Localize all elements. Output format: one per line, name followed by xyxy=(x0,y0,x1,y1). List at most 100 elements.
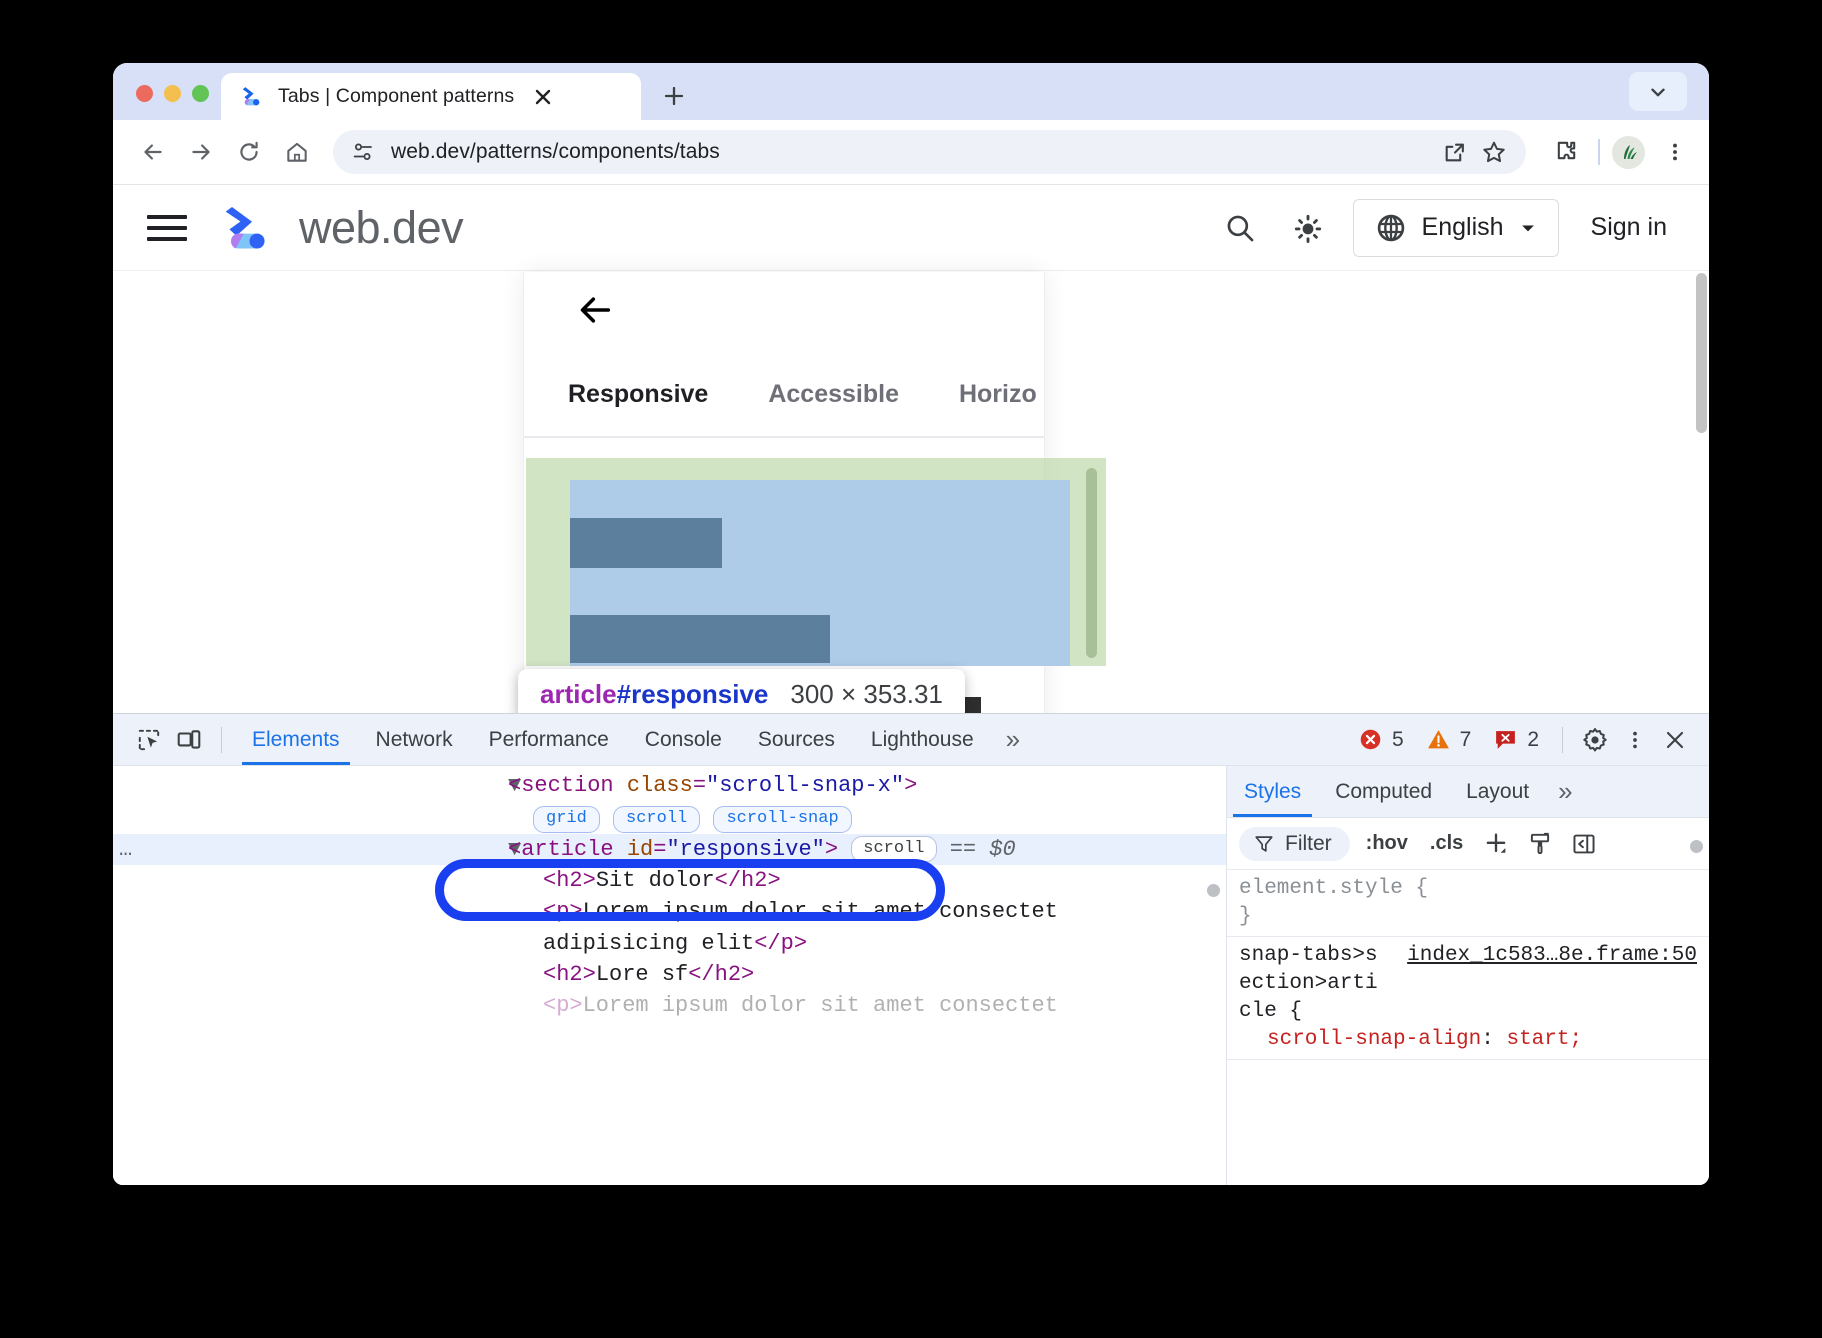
style-rule-closing: } xyxy=(1239,903,1697,931)
forward-button[interactable] xyxy=(179,130,223,174)
style-rule-snap-tabs[interactable]: index_1c583…8e.frame:50 snap-tabs>sectio… xyxy=(1227,937,1709,1060)
tab-search-chevron-down-icon[interactable] xyxy=(1629,72,1687,111)
profile-avatar[interactable] xyxy=(1612,136,1645,169)
preview-tab-responsive[interactable]: Responsive xyxy=(568,380,708,409)
browser-window: Tabs | Component patterns xyxy=(113,63,1709,1185)
preview-text-bar xyxy=(570,615,830,663)
close-devtools-icon[interactable] xyxy=(1655,722,1695,758)
devtools-status-counters: 5 7 2 xyxy=(1347,722,1695,758)
preview-scrollbar-thumb[interactable] xyxy=(1086,468,1097,658)
dom-row-section[interactable]: ▼<section class="scroll-snap-x"> xyxy=(113,770,1226,801)
page-scrollbar-thumb[interactable] xyxy=(1696,273,1707,433)
preview-text-bar xyxy=(570,518,722,568)
extensions-puzzle-icon[interactable] xyxy=(1544,131,1586,173)
tab-elements[interactable]: Elements xyxy=(234,714,358,765)
dom-row-p[interactable]: <p>Lorem ipsum dolor sit amet consectet xyxy=(113,896,1226,927)
language-selector[interactable]: English xyxy=(1353,199,1559,257)
preview-tab-accessible[interactable]: Accessible xyxy=(768,380,899,409)
device-toolbar-icon[interactable] xyxy=(169,722,209,758)
warning-icon xyxy=(1426,727,1451,752)
site-settings-icon[interactable] xyxy=(351,140,375,164)
toolbar-divider xyxy=(1598,139,1600,165)
tab-console[interactable]: Console xyxy=(627,714,740,765)
globe-icon xyxy=(1374,211,1408,245)
error-icon xyxy=(1358,727,1383,752)
toggle-sidebar-icon[interactable] xyxy=(1567,827,1601,861)
browser-tab-active[interactable]: Tabs | Component patterns xyxy=(221,73,641,120)
preview-tabs: Responsive Accessible Horizo xyxy=(524,370,1044,418)
tab-layout[interactable]: Layout xyxy=(1449,766,1546,817)
dom-row-h2[interactable]: <h2>Sit dolor</h2> xyxy=(113,865,1226,896)
bookmark-star-icon[interactable] xyxy=(1474,132,1514,172)
preview-tabs-divider xyxy=(524,436,1044,438)
more-tabs-chevron-icon[interactable]: » xyxy=(992,724,1034,755)
toolbar-divider xyxy=(221,727,222,753)
error-counter[interactable]: 5 xyxy=(1347,727,1415,752)
sun-theme-icon[interactable] xyxy=(1285,205,1331,251)
dom-row-article-selected[interactable]: … ▼<article id="responsive"> scroll == $… xyxy=(113,834,1226,865)
devtools-tabs: Elements Network Performance Console Sou… xyxy=(234,714,1034,765)
site-brand[interactable]: web.dev xyxy=(215,200,463,256)
chip-scroll[interactable]: scroll xyxy=(613,806,700,833)
share-icon[interactable] xyxy=(1434,132,1474,172)
issue-count: 2 xyxy=(1527,728,1539,752)
maximize-window-button[interactable] xyxy=(192,85,209,102)
dom-tree-pane[interactable]: ▼<section class="scroll-snap-x"> grid sc… xyxy=(113,766,1227,1185)
close-window-button[interactable] xyxy=(136,85,153,102)
hov-toggle-button[interactable]: :hov xyxy=(1360,832,1414,855)
style-declaration[interactable]: scroll-snap-align: start; xyxy=(1239,1026,1697,1054)
hamburger-icon[interactable] xyxy=(147,215,187,241)
dom-row-p-cont[interactable]: adipisicing elit</p> xyxy=(113,928,1226,959)
dom-row-h2-2[interactable]: <h2>Lore sf</h2> xyxy=(113,959,1226,990)
chevron-down-icon xyxy=(1518,218,1538,238)
chip-grid[interactable]: grid xyxy=(533,806,600,833)
sign-in-button[interactable]: Sign in xyxy=(1581,213,1677,242)
tab-lighthouse[interactable]: Lighthouse xyxy=(853,714,992,765)
console-issue-icon xyxy=(1493,727,1518,752)
new-tab-button[interactable] xyxy=(653,75,695,117)
devtools-more-icon[interactable] xyxy=(1615,722,1655,758)
warning-counter[interactable]: 7 xyxy=(1415,727,1483,752)
reload-button[interactable] xyxy=(227,130,271,174)
chip-scroll-snap[interactable]: scroll-snap xyxy=(713,806,851,833)
search-icon[interactable] xyxy=(1217,205,1263,251)
dom-row-chips: grid scroll scroll-snap xyxy=(113,801,1226,834)
preview-content-block xyxy=(570,480,1070,666)
issue-counter[interactable]: 2 xyxy=(1482,727,1550,752)
minimize-window-button[interactable] xyxy=(164,85,181,102)
tab-styles[interactable]: Styles xyxy=(1227,766,1318,817)
back-button[interactable] xyxy=(131,130,175,174)
dom-row-p-partial[interactable]: <p>Lorem ipsum dolor sit amet consectet xyxy=(113,990,1226,1021)
cls-toggle-button[interactable]: .cls xyxy=(1424,832,1469,855)
browser-tab-strip: Tabs | Component patterns xyxy=(113,63,1709,120)
window-traffic-lights xyxy=(113,85,209,120)
preview-back-arrow-icon[interactable] xyxy=(572,290,618,335)
toolbar-divider xyxy=(1562,727,1563,753)
styles-more-tabs-icon[interactable]: » xyxy=(1546,776,1584,807)
address-bar[interactable]: web.dev/patterns/components/tabs xyxy=(333,130,1526,174)
tooltip-element-id: #responsive xyxy=(617,679,769,709)
new-style-rule-plus-icon[interactable] xyxy=(1479,827,1513,861)
style-source-link[interactable]: index_1c583…8e.frame:50 xyxy=(1407,942,1697,970)
close-tab-icon[interactable] xyxy=(528,82,558,112)
tooltip-tag-name: article xyxy=(540,679,617,709)
tab-sources[interactable]: Sources xyxy=(740,714,853,765)
styles-filter-input[interactable]: Filter xyxy=(1239,827,1350,861)
tab-performance[interactable]: Performance xyxy=(471,714,627,765)
devtools-body: ▼<section class="scroll-snap-x"> grid sc… xyxy=(113,766,1709,1185)
style-rule-element-style[interactable]: element.style { } xyxy=(1227,870,1709,937)
styles-pane-scroll-indicator[interactable] xyxy=(1690,840,1703,853)
site-header: web.dev xyxy=(113,185,1709,271)
row-more-icon[interactable]: … xyxy=(119,835,134,864)
paintbrush-icon[interactable] xyxy=(1523,827,1557,861)
chrome-menu-icon[interactable] xyxy=(1655,132,1695,172)
style-rule-selector: snap-tabs>section>article { xyxy=(1239,942,1379,1025)
gear-icon[interactable] xyxy=(1575,722,1615,758)
tab-computed[interactable]: Computed xyxy=(1318,766,1449,817)
badge-scroll[interactable]: scroll xyxy=(851,836,936,863)
tab-network[interactable]: Network xyxy=(358,714,471,765)
dom-pane-scroll-indicator[interactable] xyxy=(1207,884,1220,897)
home-button[interactable] xyxy=(275,130,319,174)
inspect-element-icon[interactable] xyxy=(129,722,169,758)
preview-tab-horizontal[interactable]: Horizo xyxy=(959,380,1037,409)
